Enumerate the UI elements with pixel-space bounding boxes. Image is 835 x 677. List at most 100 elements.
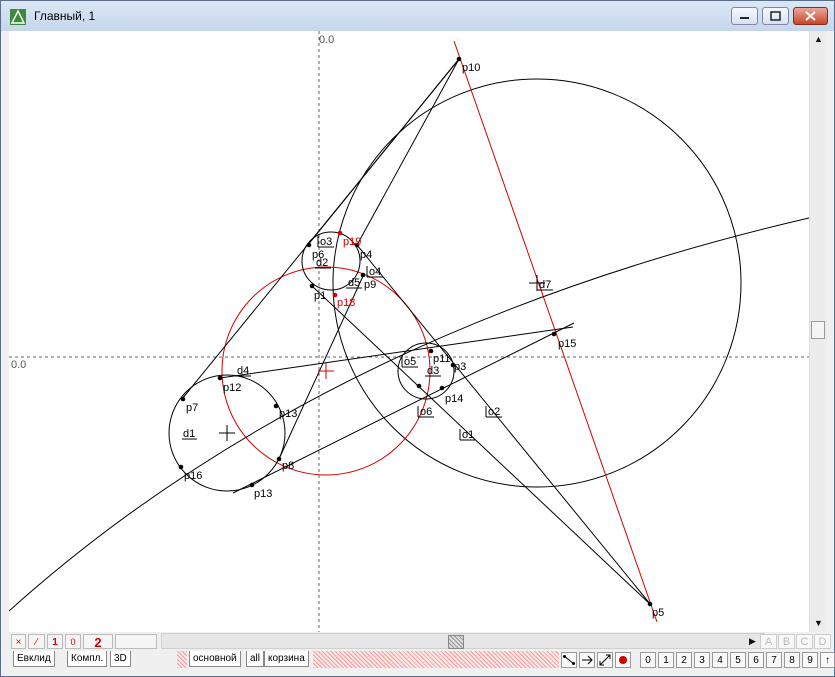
geometry-drawing[interactable]: 0.0 0.0 p10 p6 p4 p9 p1 p11 p3 p14 p15 p… — [8, 31, 810, 632]
label-p5: p5 — [652, 607, 664, 619]
label-p16: p16 — [184, 470, 202, 482]
center-cross-left — [219, 425, 235, 441]
point-p5[interactable] — [647, 601, 653, 607]
mode-zero-button[interactable]: 0 — [65, 634, 81, 649]
point-p10[interactable] — [456, 56, 462, 62]
letter-b-button[interactable]: B — [778, 634, 795, 649]
label-o3: o3 — [320, 236, 332, 248]
line-p1-p5 — [311, 285, 652, 606]
record-icon — [619, 656, 627, 664]
label-p13: p13 — [254, 488, 272, 500]
tab-osnovnoy[interactable]: основной — [189, 651, 241, 667]
tab-korzina[interactable]: корзина — [264, 651, 309, 667]
line-p10-p4 — [356, 58, 460, 246]
label-p4: p4 — [360, 249, 372, 261]
digit-4-button[interactable]: 4 — [712, 652, 728, 668]
mode-one-button[interactable]: 1 — [47, 634, 63, 649]
scroll-up-icon[interactable]: ▲ — [814, 34, 823, 44]
label-p7: p7 — [186, 402, 198, 414]
delete-button[interactable]: × — [11, 634, 26, 649]
label-d3: d3 — [427, 365, 439, 377]
close-button[interactable] — [793, 7, 828, 25]
point-p1[interactable] — [309, 283, 315, 289]
diagonal-arrows-icon — [599, 654, 611, 666]
horizontal-scrollbar[interactable] — [161, 633, 765, 649]
record-button[interactable] — [615, 652, 631, 668]
close-icon — [805, 11, 816, 21]
point-p2[interactable] — [416, 383, 422, 389]
tab-filler — [313, 651, 559, 668]
label-o6: o6 — [420, 406, 432, 418]
drawing-canvas[interactable]: 0.0 0.0 p10 p6 p4 p9 p1 p11 p3 p14 p15 p… — [8, 31, 810, 632]
line-mode-button[interactable]: ⁄ — [28, 634, 45, 649]
digit-7-button[interactable]: 7 — [766, 652, 782, 668]
letter-d-button[interactable]: D — [814, 634, 831, 649]
digit-6-button[interactable]: 6 — [748, 652, 764, 668]
digit-0-button[interactable]: 0 — [640, 652, 656, 668]
digit-9-button[interactable]: 9 — [802, 652, 818, 668]
digit-3-button[interactable]: 3 — [694, 652, 710, 668]
status-bar: × ⁄ 1 0 2 ◀ ▶ A B C D — [9, 632, 831, 650]
origin-y-label: 0.0 — [11, 359, 26, 371]
arrow-right-icon — [582, 655, 593, 665]
tab-kompl[interactable]: Компл. — [67, 651, 108, 667]
point-p8[interactable] — [276, 456, 282, 462]
tab-separator — [177, 651, 187, 668]
label-p11: p11 — [433, 353, 451, 365]
digit-2-button[interactable]: 2 — [676, 652, 692, 668]
minimize-button[interactable] — [731, 7, 758, 25]
label-p9: p9 — [364, 279, 376, 291]
minimize-icon — [740, 17, 749, 19]
point-p15[interactable] — [551, 331, 557, 337]
point-p14[interactable] — [439, 385, 445, 391]
point-p7[interactable] — [180, 396, 186, 402]
label-p8: p8 — [282, 460, 294, 472]
up-arrow-button[interactable]: ↑ — [820, 652, 835, 668]
mode-two-button[interactable]: 2 — [83, 634, 113, 650]
arrow-tool-button[interactable] — [579, 652, 595, 668]
scroll-right-icon[interactable]: ▶ — [749, 636, 756, 647]
point-p9[interactable] — [360, 272, 366, 278]
point-p6[interactable] — [306, 242, 312, 248]
title-bar: Главный, 1 — [1, 1, 834, 31]
tab-bar: Евклид Компл. 3D основной all корзина 0 … — [9, 650, 835, 670]
tab-3d[interactable]: 3D — [110, 651, 131, 667]
label-o1: o1 — [462, 429, 474, 441]
label-p18: p18 — [337, 297, 355, 309]
digit-5-button[interactable]: 5 — [730, 652, 746, 668]
restore-icon — [770, 11, 781, 21]
digit-8-button[interactable]: 8 — [784, 652, 800, 668]
main-window: Главный, 1 0.0 0.0 p10 p6 p4 p9 p1 p11 p… — [0, 0, 835, 677]
maximize-button[interactable] — [762, 7, 789, 25]
label-p12: p12 — [223, 382, 241, 394]
label-p19: p19 — [343, 236, 361, 248]
connect-tool-button[interactable] — [561, 652, 577, 668]
origin-x-label: 0.0 — [319, 34, 334, 46]
label-p10: p10 — [462, 62, 480, 74]
vertical-scroll-thumb[interactable] — [811, 321, 825, 339]
label-d4: d4 — [237, 365, 249, 377]
app-icon — [10, 9, 26, 25]
point-p13[interactable] — [249, 482, 255, 488]
point-p16[interactable] — [178, 464, 184, 470]
center-cross-red — [318, 363, 334, 379]
point-p19[interactable] — [337, 230, 343, 236]
letter-c-button[interactable]: C — [796, 634, 813, 649]
connect-icon — [563, 655, 575, 665]
vertical-scrollbar[interactable]: ▲ ▼ — [809, 31, 827, 632]
horizontal-scroll-thumb[interactable] — [448, 635, 464, 649]
label-p14: p14 — [445, 393, 463, 405]
letter-a-button[interactable]: A — [760, 634, 777, 649]
label-p17: p13 — [279, 408, 297, 420]
label-o5: o5 — [404, 356, 416, 368]
scroll-down-icon[interactable]: ▼ — [814, 618, 823, 628]
label-p15: p15 — [558, 338, 576, 350]
point-p12[interactable] — [217, 375, 223, 381]
point-p17[interactable] — [273, 403, 279, 409]
tab-all[interactable]: all — [246, 651, 265, 667]
label-d7: d7 — [539, 279, 551, 291]
expand-tool-button[interactable] — [597, 652, 613, 668]
tab-evklid[interactable]: Евклид — [13, 651, 55, 667]
window-title: Главный, 1 — [34, 9, 96, 23]
digit-1-button[interactable]: 1 — [658, 652, 674, 668]
